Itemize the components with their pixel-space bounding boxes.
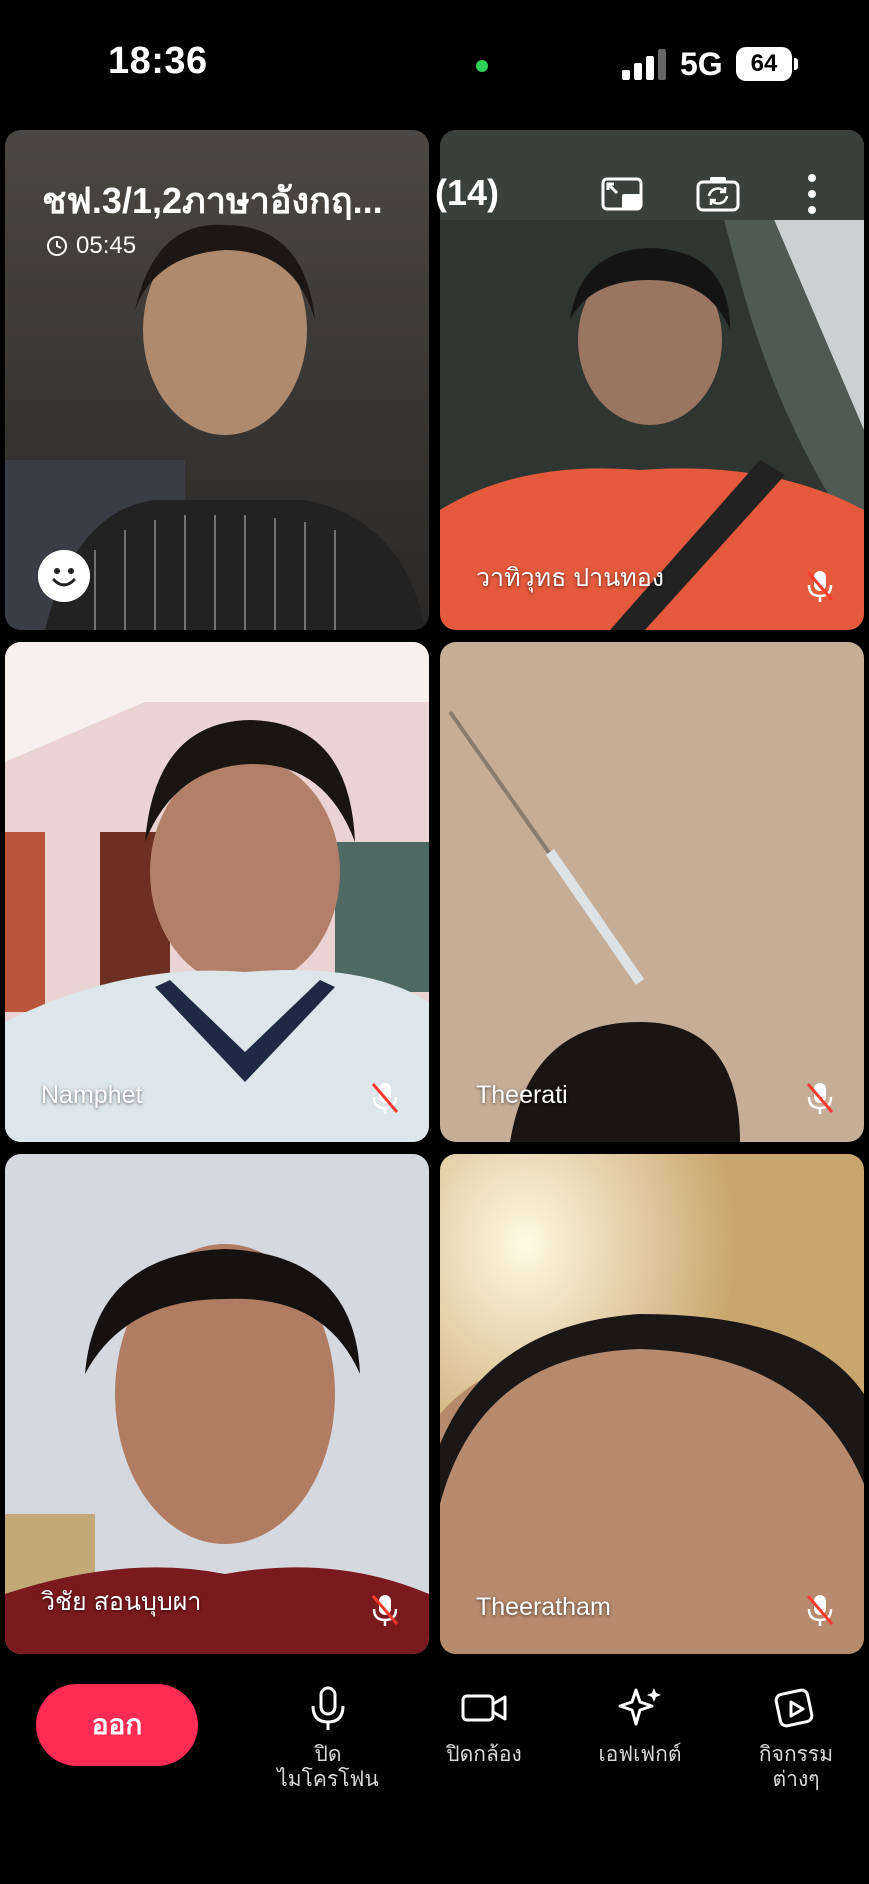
battery-tip <box>794 58 798 70</box>
mic-toggle-button[interactable]: ปิด ไมโครโฟน <box>258 1684 398 1792</box>
participant-name: วิชัย สอนบุบผา <box>41 1588 202 1616</box>
meeting-timer: 05:45 <box>46 232 136 260</box>
camera-toggle-button[interactable]: ปิดกล้อง <box>414 1684 554 1767</box>
camera-in-use-indicator <box>476 60 488 72</box>
video-feed <box>440 1154 864 1654</box>
video-feed <box>5 1154 429 1654</box>
mic-muted-icon <box>371 1595 399 1626</box>
leave-button[interactable]: ออก <box>36 1684 198 1766</box>
video-feed <box>440 642 864 1142</box>
flip-camera-icon[interactable] <box>694 170 742 218</box>
network-type: 5G <box>680 46 723 82</box>
participant-name: Theerati <box>476 1081 568 1109</box>
participant-name: Theeratham <box>476 1593 611 1621</box>
sparkle-icon <box>618 1688 661 1726</box>
effects-label: เอฟเฟกต์ <box>598 1743 682 1766</box>
mic-toggle-label: ปิด ไมโครโฟน <box>277 1743 379 1791</box>
battery-icon: 64 <box>736 47 792 81</box>
status-time: 18:36 <box>108 40 208 82</box>
participant-name: วาทิวุทธ ปานทอง <box>476 564 664 592</box>
mic-muted-icon <box>806 1083 834 1114</box>
signal-icon <box>622 48 666 80</box>
video-feed <box>5 642 429 1142</box>
call-controls: ออก ปิด ไมโครโฟน ปิดกล้อง เอฟเฟกต์ กิจกร… <box>0 1660 869 1884</box>
mic-muted-icon <box>806 571 834 602</box>
activities-button[interactable]: กิจกรรม ต่างๆ <box>726 1684 866 1792</box>
mic-muted-icon <box>371 1083 399 1114</box>
participant-tile[interactable]: วิชัย สอนบุบผา <box>5 1154 429 1654</box>
participant-tile[interactable]: Theerati <box>440 642 864 1142</box>
clock-icon <box>47 236 67 256</box>
participant-tile[interactable]: Namphet <box>5 642 429 1142</box>
meeting-title[interactable]: ชฟ.3/1,2ภาษาอังกฤ... <box>42 172 383 229</box>
participant-count[interactable]: (14) <box>435 172 499 214</box>
effects-button[interactable]: เอฟเฟกต์ <box>570 1684 710 1767</box>
microphone-icon <box>311 1686 345 1730</box>
mic-muted-icon <box>806 1595 834 1626</box>
participant-name: Namphet <box>41 1081 143 1109</box>
reaction-emoji-icon[interactable] <box>38 550 90 602</box>
timer-text: 05:45 <box>76 232 137 259</box>
picture-in-picture-icon[interactable] <box>598 170 646 218</box>
video-camera-icon <box>461 1694 507 1722</box>
camera-toggle-label: ปิดกล้อง <box>446 1743 522 1766</box>
participant-tile[interactable]: Theeratham <box>440 1154 864 1654</box>
activities-play-icon <box>774 1688 814 1728</box>
more-options-icon[interactable] <box>788 170 836 218</box>
activities-label: กิจกรรม ต่างๆ <box>758 1743 834 1791</box>
status-bar: 18:36 5G 64 <box>0 0 869 120</box>
